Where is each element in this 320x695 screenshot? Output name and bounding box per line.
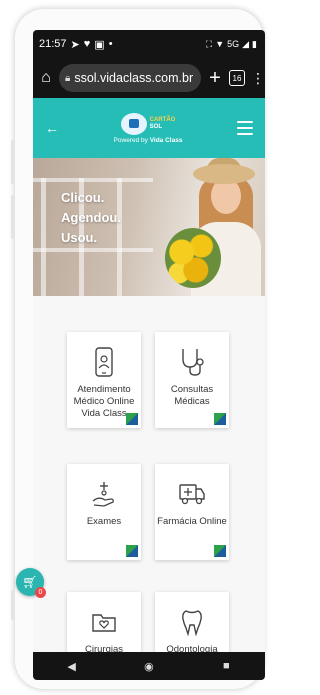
screen: 21:57 ➤ ♥ ▣ • ⛶ ▼ 5G ◢ ▮ ⌂ 🔒︎ ssol.vidac… xyxy=(33,30,265,680)
kebab-menu-icon[interactable]: ⋮ xyxy=(251,70,265,87)
brand-corner-mark xyxy=(214,545,226,557)
hero-line1: Clicou. xyxy=(61,190,105,205)
service-card-farmacia[interactable]: Farmácia Online xyxy=(155,464,229,560)
heart-icon: ♥ xyxy=(83,38,91,50)
exam-hand-icon xyxy=(91,478,117,510)
network-badge: 5G xyxy=(227,39,240,49)
phone-side-button xyxy=(11,590,15,620)
powered-by-text: Powered by xyxy=(113,136,148,144)
home-icon[interactable]: ⌂ xyxy=(39,69,53,87)
nav-recents-icon[interactable]: ■ xyxy=(216,660,236,672)
hero-line2: Agendou. xyxy=(61,210,121,225)
site-header: ← CARTÃO SOL Powered by Vida Class xyxy=(33,98,265,158)
services-grid: Atendimento Médico Online Vida Class Con… xyxy=(33,296,265,680)
cast-icon: ⛶ xyxy=(205,38,213,49)
status-bar: 21:57 ➤ ♥ ▣ • ⛶ ▼ 5G ◢ ▮ xyxy=(33,30,265,58)
location-icon: ➤ xyxy=(70,38,80,51)
service-card-atendimento-online[interactable]: Atendimento Médico Online Vida Class xyxy=(67,332,141,428)
wifi-icon: ▼ xyxy=(215,39,225,49)
logo-line1: CARTÃO xyxy=(149,116,176,123)
dot-icon: • xyxy=(108,38,113,50)
cartao-sol-logo[interactable]: CARTÃO SOL Powered by Vida Class xyxy=(113,112,183,144)
address-bar[interactable]: 🔒︎ ssol.vidaclass.com.br xyxy=(59,64,201,92)
ambulance-icon xyxy=(178,478,206,510)
phone-volume-button xyxy=(11,195,15,239)
brand-name: Vida Class xyxy=(149,136,183,144)
service-card-consultas[interactable]: Consultas Médicas xyxy=(155,332,229,428)
cart-count-badge: 0 xyxy=(35,587,46,598)
browser-toolbar: ⌂ 🔒︎ ssol.vidaclass.com.br + 16 ⋮ xyxy=(33,58,265,98)
nav-home-icon[interactable]: ◉ xyxy=(139,660,159,673)
tooth-icon xyxy=(181,606,203,638)
stethoscope-icon xyxy=(179,346,205,378)
battery-icon: ▮ xyxy=(252,38,257,49)
shopping-cart-icon: 🛒︎ xyxy=(22,575,38,589)
brand-corner-mark xyxy=(126,545,138,557)
brand-corner-mark xyxy=(214,413,226,425)
logo-emblem xyxy=(120,112,147,135)
cart-button[interactable]: 🛒︎ 0 xyxy=(16,568,46,598)
logo-line2: SOL xyxy=(149,123,162,130)
url-text: ssol.vidaclass.com.br xyxy=(74,71,194,85)
service-label: Consultas Médicas xyxy=(170,384,214,407)
new-tab-icon[interactable]: + xyxy=(207,67,223,90)
tab-switcher-button[interactable]: 16 xyxy=(229,70,245,86)
android-nav-bar: ◀ ◉ ■ xyxy=(33,652,265,680)
clock: 21:57 xyxy=(39,38,67,50)
nav-back-icon[interactable]: ◀ xyxy=(62,660,82,673)
service-label: Exames xyxy=(86,516,122,527)
phone-doctor-icon xyxy=(95,346,113,378)
lock-icon: 🔒︎ xyxy=(65,72,71,84)
gallery-icon: ▣ xyxy=(94,38,105,51)
hero-line3: Usou. xyxy=(61,230,98,245)
hero-banner: Clicou. Agendou. Usou. xyxy=(33,158,265,296)
back-arrow-icon[interactable]: ← xyxy=(45,120,59,136)
folder-heart-icon xyxy=(91,606,117,638)
hamburger-menu-icon[interactable] xyxy=(237,121,253,135)
phone-volume-button xyxy=(11,140,15,184)
brand-corner-mark xyxy=(126,413,138,425)
signal-icon: ◢ xyxy=(242,38,250,49)
service-label: Farmácia Online xyxy=(157,516,227,527)
sunflower-bouquet xyxy=(165,228,221,288)
service-card-exames[interactable]: Exames xyxy=(67,464,141,560)
